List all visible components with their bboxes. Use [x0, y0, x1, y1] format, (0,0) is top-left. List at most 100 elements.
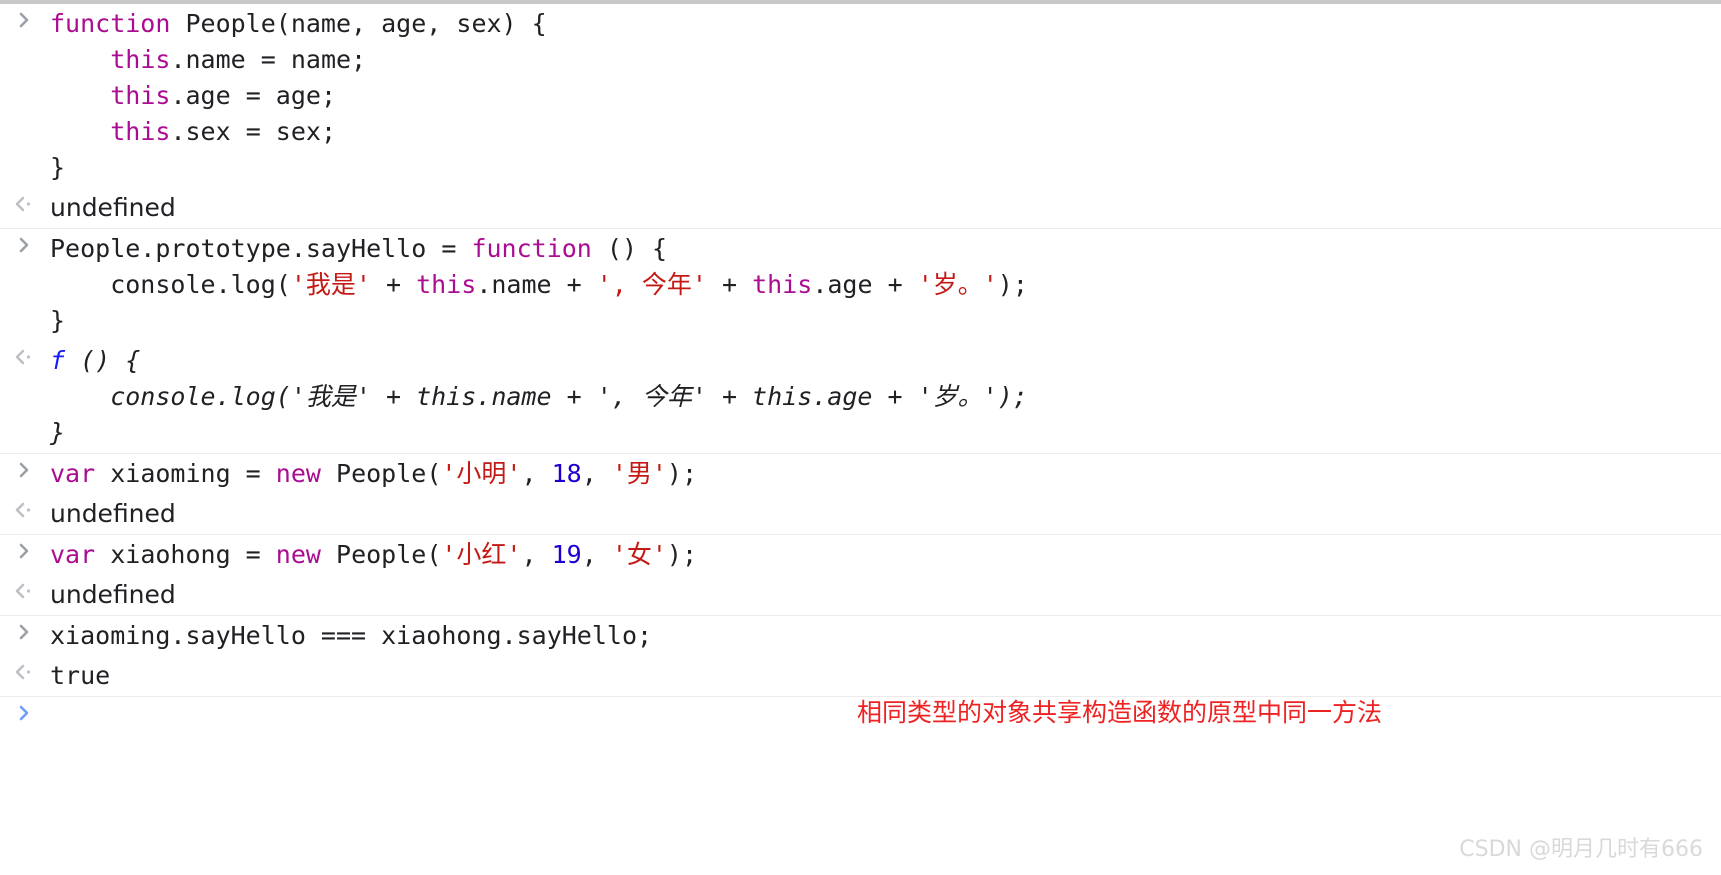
console-input-row[interactable]: function People(name, age, sex) { this.n…	[0, 4, 1721, 188]
code-token: .age +	[812, 270, 918, 299]
chevron-right-icon	[16, 623, 34, 641]
code-token: +	[370, 270, 417, 299]
input-prompt-gutter	[0, 229, 50, 254]
code-token: '小红'	[441, 540, 522, 569]
output-prompt-gutter	[0, 575, 50, 600]
code-token: '我是'	[290, 270, 371, 299]
chevron-right-icon	[16, 461, 34, 479]
console-entry: function People(name, age, sex) { this.n…	[0, 4, 1721, 229]
console-input-expression: People.prototype.sayHello = function () …	[50, 229, 1721, 341]
code-token: undefined	[50, 499, 176, 528]
console-entry: People.prototype.sayHello = function () …	[0, 229, 1721, 454]
console-entry: xiaoming.sayHello === xiaohong.sayHello;…	[0, 616, 1721, 697]
console-input-expression: xiaoming.sayHello === xiaohong.sayHello;	[50, 616, 1721, 656]
console-output-value: f () { console.log('我是' + this.name + ',…	[50, 341, 1721, 453]
console-output-value: undefined	[50, 575, 1721, 615]
code-token: f	[50, 346, 66, 375]
code-token: this	[110, 117, 171, 146]
console-entry: var xiaohong = new People('小红', 19, '女')…	[0, 535, 1721, 616]
chevron-right-icon	[16, 704, 34, 722]
csdn-watermark: CSDN @明月几时有666	[1459, 837, 1703, 862]
code-token: () {	[606, 234, 668, 263]
code-token: var	[50, 540, 111, 569]
code-token: 19	[551, 540, 582, 569]
code-token: function	[50, 9, 186, 38]
chevron-left-dot-icon	[14, 582, 36, 600]
code-token: this	[110, 81, 171, 110]
input-prompt-gutter	[0, 4, 50, 29]
input-prompt-gutter	[0, 535, 50, 560]
chevron-left-dot-icon	[14, 501, 36, 519]
code-token: People(	[336, 459, 442, 488]
console-input-row[interactable]: People.prototype.sayHello = function () …	[0, 229, 1721, 341]
code-token: );	[997, 270, 1028, 299]
code-token: () {	[65, 346, 141, 375]
chevron-left-dot-icon	[14, 195, 36, 213]
output-prompt-gutter	[0, 656, 50, 681]
red-annotation-note: 相同类型的对象共享构造函数的原型中同一方法	[857, 698, 1383, 727]
console-output-row[interactable]: true	[0, 656, 1721, 696]
code-token: '岁。'	[917, 270, 998, 299]
code-token: }	[50, 418, 66, 447]
chevron-left-dot-icon	[14, 348, 36, 366]
code-token: ,	[521, 540, 552, 569]
code-token: 18	[551, 459, 582, 488]
code-token: People(	[336, 540, 442, 569]
console-output-value: undefined	[50, 188, 1721, 228]
code-token: var	[50, 459, 111, 488]
code-token: }	[50, 306, 66, 335]
console-input-row[interactable]: var xiaohong = new People('小红', 19, '女')…	[0, 535, 1721, 575]
console-output-row[interactable]: undefined	[0, 188, 1721, 228]
devtools-console-panel: function People(name, age, sex) { this.n…	[0, 0, 1721, 875]
code-token: .name +	[476, 270, 597, 299]
code-token: new	[275, 459, 337, 488]
console-input-expression: var xiaohong = new People('小红', 19, '女')…	[50, 535, 1721, 575]
code-token: xiaohong =	[110, 540, 276, 569]
console-input-row[interactable]: var xiaoming = new People('小明', 18, '男')…	[0, 454, 1721, 494]
code-token: this	[752, 270, 813, 299]
code-token: '男'	[611, 459, 667, 488]
code-token: }	[50, 153, 66, 182]
console-message-list: function People(name, age, sex) { this.n…	[0, 4, 1721, 697]
code-token: ,	[521, 459, 552, 488]
chevron-right-icon	[16, 542, 34, 560]
code-token: function	[471, 234, 607, 263]
console-input-expression: function People(name, age, sex) { this.n…	[50, 4, 1721, 188]
code-token: .age = age;	[170, 81, 337, 110]
console-output-value: true	[50, 656, 1721, 696]
code-token: );	[666, 540, 698, 569]
output-prompt-gutter	[0, 341, 50, 366]
console-output-value: undefined	[50, 494, 1721, 534]
code-token: ,	[581, 459, 612, 488]
output-prompt-gutter	[0, 494, 50, 519]
code-token: People.prototype.sayHello =	[50, 234, 472, 263]
code-token: ', 今年'	[596, 270, 707, 299]
code-token: People(name, age, sex) {	[185, 9, 547, 38]
console-output-row[interactable]: undefined	[0, 575, 1721, 615]
console-output-row[interactable]: undefined	[0, 494, 1721, 534]
code-token: console.log(	[50, 270, 291, 299]
code-token: .name = name;	[170, 45, 367, 74]
input-prompt-gutter	[0, 616, 50, 641]
chevron-right-icon	[16, 11, 34, 29]
output-prompt-gutter	[0, 188, 50, 213]
console-input-row[interactable]: xiaoming.sayHello === xiaohong.sayHello;	[0, 616, 1721, 656]
console-output-row[interactable]: f () { console.log('我是' + this.name + ',…	[0, 341, 1721, 453]
chevron-right-icon	[16, 236, 34, 254]
code-token: .sex = sex;	[170, 117, 337, 146]
console-entry: var xiaoming = new People('小明', 18, '男')…	[0, 454, 1721, 535]
code-token: undefined	[50, 580, 176, 609]
code-token: );	[666, 459, 698, 488]
console-input-expression: var xiaoming = new People('小明', 18, '男')…	[50, 454, 1721, 494]
code-token: console.log('我是' + this.name + ', 今年' + …	[50, 382, 1028, 411]
code-token: true	[50, 661, 111, 690]
active-prompt-gutter	[0, 697, 50, 722]
code-token: undefined	[50, 193, 176, 222]
code-token: '小明'	[441, 459, 522, 488]
code-token: this	[110, 45, 171, 74]
code-token: xiaoming =	[110, 459, 276, 488]
code-token: +	[706, 270, 753, 299]
